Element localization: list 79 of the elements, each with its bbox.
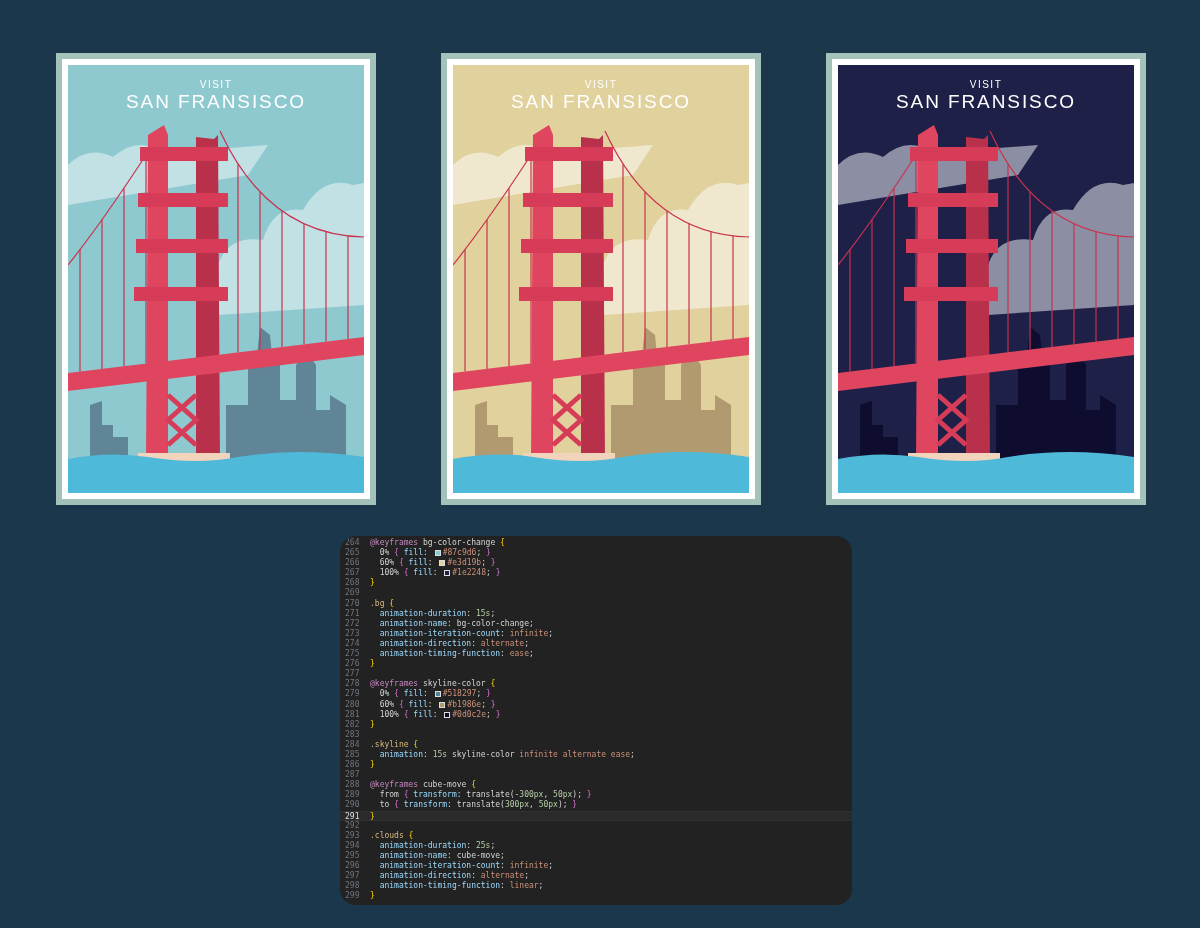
code-line: 0% { fill:	[378, 548, 429, 558]
code-line: }	[370, 891, 375, 902]
code-line: #b1986e; }	[447, 699, 496, 710]
line-number: 265	[344, 548, 361, 558]
line-number: 289	[344, 790, 361, 800]
line-number: 283	[344, 729, 361, 740]
code-line: #1e2248; }	[452, 568, 501, 579]
line-number: 288	[344, 780, 361, 790]
line-number: 269	[344, 588, 361, 599]
line-number: 274	[344, 638, 361, 649]
code-line: animation-duration: 25s;	[378, 840, 496, 851]
line-number: 271	[344, 608, 361, 619]
poster-kicker: VISIT	[584, 79, 618, 91]
line-number: 298	[344, 881, 361, 891]
code-line: .clouds {	[370, 830, 414, 841]
code-line: #87c9d6; }	[442, 548, 491, 558]
line-number: 285	[344, 749, 361, 760]
line-number: 286	[344, 760, 361, 770]
line-number: 294	[344, 840, 361, 851]
line-number: 273	[344, 628, 361, 639]
line-number: 296	[344, 861, 361, 871]
line-number: 297	[344, 871, 361, 881]
line-number: 272	[344, 618, 361, 629]
line-number: 281	[344, 709, 361, 720]
line-number: 284	[344, 739, 361, 750]
code-line: #518297; }	[442, 689, 491, 700]
code-line: }	[370, 811, 375, 820]
code-line: 60% { fill:	[378, 699, 434, 710]
code-line: .skyline {	[370, 739, 419, 750]
code-line: 60% { fill:	[378, 558, 434, 568]
code-line: @keyframes skyline-color {	[370, 679, 496, 689]
code-line: animation-timing-function: ease;	[378, 649, 534, 660]
line-number: 276	[344, 659, 361, 669]
poster-title: SAN FRANSISCO	[896, 91, 1076, 113]
line-number: 278	[344, 679, 361, 689]
code-line: to { transform: translate(300px, 50px); }	[378, 800, 578, 811]
line-number: 282	[344, 719, 361, 730]
code-line: animation: 15s skyline-color infinite alternate ease;	[378, 749, 635, 761]
code-line: @keyframes cube-move {	[370, 780, 476, 790]
code-line: }	[370, 719, 375, 730]
code-line: animation-name: cube-move;	[378, 850, 505, 861]
code-line: animation-iteration-count: infinite;	[378, 628, 554, 639]
line-number: 264	[344, 538, 361, 548]
line-number: 280	[344, 699, 361, 710]
code-line: @keyframes bg-color-change {	[370, 538, 505, 548]
code-line: }	[370, 659, 375, 670]
line-number: 290	[344, 800, 361, 811]
line-number: 295	[344, 850, 361, 861]
code-line: animation-direction: alternate;	[378, 871, 529, 881]
code-line: animation-duration: 15s;	[378, 608, 496, 619]
code-line: }	[370, 578, 375, 589]
code-line: animation-iteration-count: infinite;	[378, 861, 554, 871]
line-number: 287	[344, 770, 361, 780]
poster-kicker: VISIT	[969, 79, 1003, 91]
poster-title: SAN FRANSISCO	[511, 91, 691, 113]
line-number: 270	[344, 598, 361, 609]
code-line: 0% { fill:	[378, 689, 429, 700]
code-line: #e3d19b; }	[447, 558, 496, 568]
code-line: }	[370, 760, 375, 771]
poster-title: SAN FRANSISCO	[126, 91, 306, 113]
line-number: 277	[344, 669, 361, 679]
code-line: 100% { fill:	[378, 709, 439, 720]
line-number: 291	[344, 811, 361, 820]
code-line: 100% { fill:	[378, 568, 439, 579]
line-number: 275	[344, 649, 361, 659]
line-number: 267	[344, 568, 361, 578]
code-line: animation-timing-function: linear;	[378, 881, 544, 892]
code-line: from { transform: translate(-300px, 50px); }	[378, 790, 592, 800]
line-number: 279	[344, 689, 361, 700]
line-number: 266	[344, 558, 361, 568]
code-line: animation-direction: alternate;	[378, 638, 529, 649]
poster-kicker: VISIT	[199, 79, 233, 91]
line-number: 293	[344, 830, 361, 841]
line-number: 268	[344, 578, 361, 588]
line-number: 292	[344, 820, 361, 831]
code-line: animation-name: bg-color-change;	[378, 618, 534, 629]
line-number: 299	[344, 891, 361, 902]
code-line: #0d0c2e; }	[452, 709, 501, 720]
code-line: .bg {	[370, 598, 395, 609]
